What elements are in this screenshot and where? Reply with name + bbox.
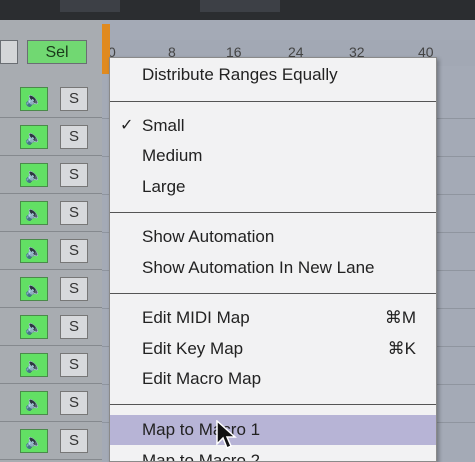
solo-button[interactable]: S [60,429,88,453]
solo-button[interactable]: S [60,125,88,149]
solo-button[interactable]: S [60,87,88,111]
menu-item-shortcut: ⌘K [387,339,416,358]
speaker-icon[interactable]: 🔈 [20,125,48,149]
menu-item-map-to-macro-2[interactable]: Map to Macro 2 [110,446,436,462]
top-strip-segment [60,0,120,12]
menu-item-distribute-ranges[interactable]: Distribute Ranges Equally [110,60,436,90]
speaker-icon[interactable]: 🔈 [20,429,48,453]
menu-item-label: Distribute Ranges Equally [142,65,338,84]
speaker-icon[interactable]: 🔈 [20,163,48,187]
speaker-icon[interactable]: 🔈 [20,277,48,301]
menu-item-show-automation-new-lane[interactable]: Show Automation In New Lane [110,253,436,283]
menu-item-edit-macro-map[interactable]: Edit Macro Map [110,364,436,394]
solo-button[interactable]: S [60,201,88,225]
track-row: 🔈 S [0,422,102,460]
menu-item-label: Edit Macro Map [142,369,262,388]
menu-item-edit-key-map[interactable]: Edit Key Map ⌘K [110,334,436,364]
solo-button[interactable]: S [60,163,88,187]
menu-item-label: Large [142,177,186,196]
menu-separator [110,293,436,294]
track-row: 🔈 S [0,384,102,422]
menu-separator [110,404,436,405]
menu-item-label: Show Automation [142,227,275,246]
context-menu: Distribute Ranges Equally ✓ Small Medium… [109,57,437,462]
top-strip-segment [200,0,280,12]
solo-button[interactable]: S [60,315,88,339]
solo-button[interactable]: S [60,277,88,301]
track-row: 🔈 S [0,194,102,232]
track-row: 🔈 S [0,346,102,384]
track-row: 🔈 S [0,156,102,194]
menu-item-label: Show Automation In New Lane [142,258,375,277]
speaker-icon[interactable]: 🔈 [20,353,48,377]
menu-item-map-to-macro-1[interactable]: Map to Macro 1 [110,415,436,445]
menu-item-label: Map to Macro 2 [142,451,261,462]
menu-item-medium[interactable]: Medium [110,141,436,171]
solo-button[interactable]: S [60,239,88,263]
select-button[interactable]: Sel [27,40,87,64]
header-solo-button[interactable] [0,40,18,64]
mouse-pointer-icon [216,420,237,450]
menu-item-edit-midi-map[interactable]: Edit MIDI Map ⌘M [110,303,436,333]
speaker-icon[interactable]: 🔈 [20,391,48,415]
menu-item-large[interactable]: Large [110,172,436,202]
menu-item-label: Edit Key Map [142,339,244,358]
speaker-icon[interactable]: 🔈 [20,87,48,111]
solo-button[interactable]: S [60,353,88,377]
track-row: 🔈 S [0,308,102,346]
speaker-icon[interactable]: 🔈 [20,239,48,263]
menu-item-label: Map to Macro 1 [142,420,261,439]
top-strip [0,0,475,20]
menu-separator [110,101,436,102]
speaker-icon[interactable]: 🔈 [20,315,48,339]
track-row: 🔈 S [0,80,102,118]
menu-item-shortcut: ⌘M [384,308,416,327]
solo-button[interactable]: S [60,391,88,415]
menu-item-small[interactable]: ✓ Small [110,111,436,141]
track-row: 🔈 S [0,118,102,156]
track-row: 🔈 S [0,232,102,270]
menu-item-show-automation[interactable]: Show Automation [110,222,436,252]
menu-item-label: Small [142,116,185,135]
menu-item-label: Medium [142,146,203,165]
speaker-icon[interactable]: 🔈 [20,201,48,225]
checkmark-icon: ✓ [120,117,134,134]
track-row: 🔈 S [0,270,102,308]
menu-separator [110,212,436,213]
menu-item-label: Edit MIDI Map [142,308,250,327]
